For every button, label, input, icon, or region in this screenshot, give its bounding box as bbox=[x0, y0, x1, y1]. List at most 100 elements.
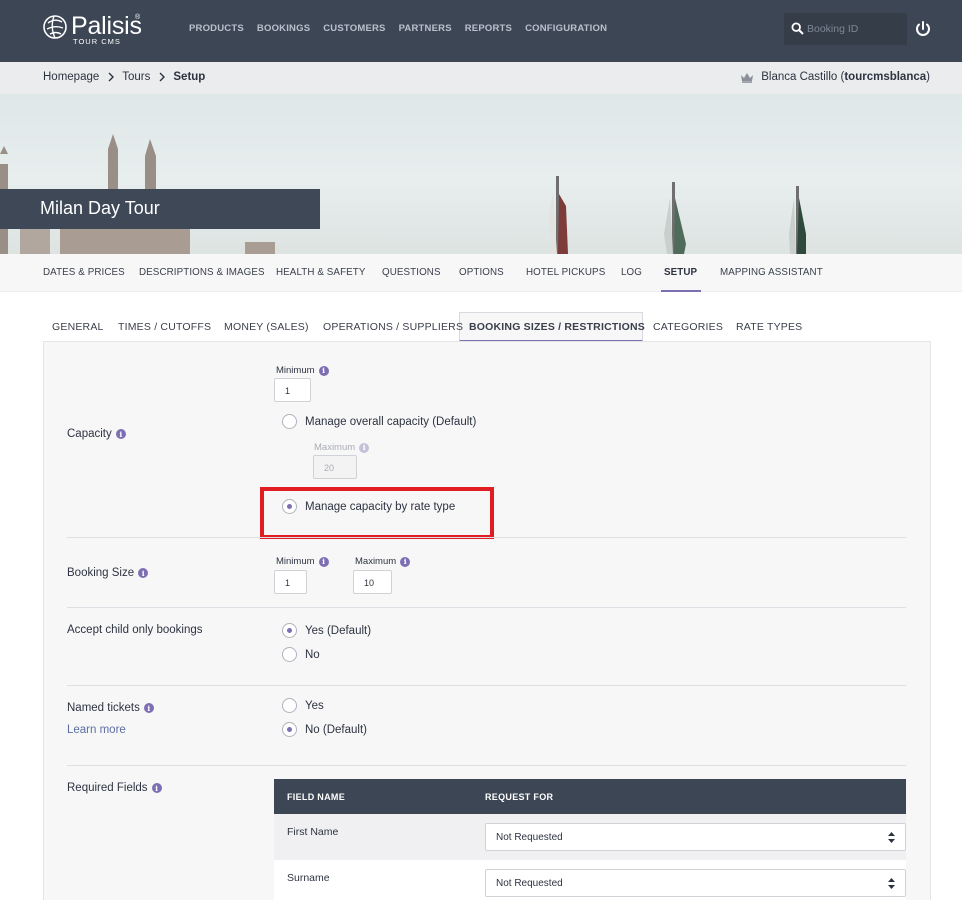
request-for-select[interactable]: Not Requested bbox=[485, 823, 906, 851]
capacity-overall-option[interactable]: Manage overall capacity (Default) bbox=[282, 414, 476, 429]
required-fields-label: Required Fields i bbox=[67, 782, 162, 794]
divider bbox=[67, 765, 906, 766]
radio-child-only-yes[interactable] bbox=[282, 623, 297, 638]
radio-named-tickets-no[interactable] bbox=[282, 722, 297, 737]
child-only-no-option[interactable]: No bbox=[282, 647, 320, 662]
subtab-money-sales[interactable]: MONEY (SALES) bbox=[224, 321, 309, 333]
sort-updown-icon bbox=[888, 878, 895, 889]
booking-size-minimum-label-text: Minimum bbox=[276, 556, 315, 567]
capacity-label: Capacity i bbox=[67, 428, 126, 440]
named-tickets-no-label: No (Default) bbox=[305, 723, 367, 736]
info-icon[interactable]: i bbox=[400, 556, 411, 567]
subtab-operations-suppliers[interactable]: OPERATIONS / SUPPLIERS bbox=[323, 321, 463, 333]
main-menu: PRODUCTS BOOKINGS CUSTOMERS PARTNERS REP… bbox=[189, 23, 620, 34]
booking-size-minimum-label: Minimum i bbox=[276, 556, 329, 567]
capacity-minimum-label-text: Minimum bbox=[276, 365, 315, 376]
capacity-label-text: Capacity bbox=[67, 428, 112, 440]
product-tabs: DATES & PRICES DESCRIPTIONS & IMAGES HEA… bbox=[0, 254, 962, 292]
booking-search bbox=[784, 13, 907, 45]
radio-overall-capacity[interactable] bbox=[282, 414, 297, 429]
info-icon[interactable]: i bbox=[151, 783, 162, 793]
nav-reports[interactable]: REPORTS bbox=[465, 23, 512, 34]
power-icon[interactable] bbox=[914, 20, 932, 38]
booking-id-input[interactable] bbox=[807, 20, 902, 38]
column-request-for: REQUEST FOR bbox=[485, 792, 554, 802]
field-name-cell: First Name bbox=[287, 826, 339, 838]
child-only-yes-label: Yes (Default) bbox=[305, 624, 372, 637]
booking-size-maximum-input[interactable]: 10 bbox=[353, 570, 392, 594]
booking-size-minimum-input[interactable]: 1 bbox=[274, 570, 307, 594]
request-for-select[interactable]: Not Requested bbox=[485, 869, 906, 897]
capacity-minimum-label: Minimum i bbox=[276, 365, 329, 376]
child-only-label: Accept child only bookings bbox=[67, 624, 203, 636]
sort-updown-icon bbox=[888, 832, 895, 843]
subtab-categories[interactable]: CATEGORIES bbox=[653, 321, 723, 333]
named-tickets-yes-option[interactable]: Yes bbox=[282, 698, 324, 713]
breadcrumb-tours[interactable]: Tours bbox=[122, 71, 150, 83]
tab-options[interactable]: OPTIONS bbox=[459, 267, 504, 278]
user-account-id: tourcmsblanca bbox=[844, 71, 927, 83]
tab-descriptions-images[interactable]: DESCRIPTIONS & IMAGES bbox=[139, 267, 265, 278]
named-tickets-yes-label: Yes bbox=[305, 699, 324, 712]
capacity-minimum-input[interactable]: 1 bbox=[274, 378, 311, 402]
nav-configuration[interactable]: CONFIGURATION bbox=[525, 23, 607, 34]
tab-questions[interactable]: QUESTIONS bbox=[382, 267, 441, 278]
booking-size-label-text: Booking Size bbox=[67, 567, 135, 579]
named-tickets-label-text: Named tickets bbox=[67, 702, 140, 714]
child-only-yes-option[interactable]: Yes (Default) bbox=[282, 623, 371, 638]
tab-hotel-pickups[interactable]: HOTEL PICKUPS bbox=[526, 267, 605, 278]
divider bbox=[67, 685, 906, 686]
user-name: Blanca Castillo ( bbox=[761, 71, 845, 83]
child-only-no-label: No bbox=[305, 648, 320, 661]
booking-size-label: Booking Size i bbox=[67, 567, 149, 579]
brand-mark: ® bbox=[135, 14, 141, 21]
subtab-booking-sizes-restrictions[interactable]: BOOKING SIZES / RESTRICTIONS bbox=[469, 321, 645, 333]
field-name-cell: Surname bbox=[287, 872, 330, 884]
subtab-times-cutoffs[interactable]: TIMES / CUTOFFS bbox=[118, 321, 211, 333]
learn-more-link[interactable]: Learn more bbox=[67, 724, 126, 736]
top-navigation-bar: Palisis ® TOUR CMS PRODUCTS BOOKINGS CUS… bbox=[0, 0, 962, 62]
subtab-general[interactable]: GENERAL bbox=[52, 321, 104, 333]
info-icon[interactable]: i bbox=[318, 556, 329, 567]
tour-hero-banner: Milan Day Tour bbox=[0, 94, 962, 254]
table-row: Surname Not Requested bbox=[274, 860, 906, 900]
user-name-close: ) bbox=[926, 71, 930, 83]
tab-dates-prices[interactable]: DATES & PRICES bbox=[43, 267, 125, 278]
crown-icon bbox=[741, 72, 754, 83]
radio-child-only-no[interactable] bbox=[282, 647, 297, 662]
info-icon[interactable]: i bbox=[143, 703, 154, 713]
nav-partners[interactable]: PARTNERS bbox=[399, 23, 452, 34]
named-tickets-no-option[interactable]: No (Default) bbox=[282, 722, 367, 737]
column-field-name: FIELD NAME bbox=[287, 792, 345, 802]
breadcrumb: Homepage Tours Setup bbox=[43, 71, 205, 83]
capacity-maximum-label: Maximum i bbox=[314, 442, 370, 453]
subtab-rate-types[interactable]: RATE TYPES bbox=[736, 321, 802, 333]
tab-mapping-assistant[interactable]: MAPPING ASSISTANT bbox=[720, 267, 823, 278]
info-icon[interactable]: i bbox=[138, 568, 149, 578]
named-tickets-label: Named tickets i bbox=[67, 702, 154, 714]
setup-sub-tabs: GENERAL TIMES / CUTOFFS MONEY (SALES) OP… bbox=[43, 312, 931, 342]
info-icon[interactable]: i bbox=[115, 429, 126, 439]
breadcrumb-homepage[interactable]: Homepage bbox=[43, 71, 99, 83]
tab-log[interactable]: LOG bbox=[621, 267, 642, 278]
tab-setup[interactable]: SETUP bbox=[664, 267, 697, 278]
tab-health-safety[interactable]: HEALTH & SAFETY bbox=[276, 267, 366, 278]
user-account[interactable]: Blanca Castillo (tourcmsblanca) bbox=[740, 71, 930, 83]
info-icon[interactable]: i bbox=[318, 365, 329, 376]
capacity-maximum-label-text: Maximum bbox=[314, 442, 356, 453]
divider bbox=[67, 537, 906, 538]
globe-icon bbox=[43, 15, 67, 39]
breadcrumb-current: Setup bbox=[173, 71, 206, 83]
nav-bookings[interactable]: BOOKINGS bbox=[257, 23, 310, 34]
nav-products[interactable]: PRODUCTS bbox=[189, 23, 244, 34]
radio-named-tickets-yes[interactable] bbox=[282, 698, 297, 713]
nav-customers[interactable]: CUSTOMERS bbox=[323, 23, 385, 34]
required-fields-table-header: FIELD NAME REQUEST FOR bbox=[274, 779, 906, 814]
tour-title: Milan Day Tour bbox=[0, 189, 320, 229]
booking-size-maximum-label: Maximum i bbox=[355, 556, 411, 567]
table-row: First Name Not Requested bbox=[274, 814, 906, 860]
divider bbox=[67, 607, 906, 608]
palisis-logo[interactable]: Palisis ® TOUR CMS bbox=[42, 12, 152, 48]
active-tab-indicator bbox=[661, 290, 701, 292]
booking-size-maximum-label-text: Maximum bbox=[355, 556, 397, 567]
